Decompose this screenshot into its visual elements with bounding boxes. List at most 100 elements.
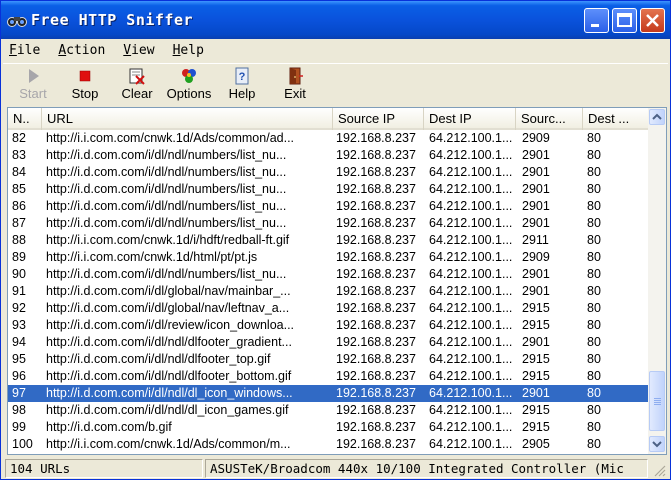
cell-url: http://i.d.com.com/i/dl/ndl/dlfooter_gra… (46, 335, 292, 349)
table-row[interactable]: 84 http://i.d.com.com/i/dl/ndl/numbers/li… (8, 164, 648, 181)
table-row[interactable]: 90 http://i.d.com.com/i/dl/ndl/numbers/li… (8, 266, 648, 283)
maximize-icon (617, 13, 632, 27)
table-row[interactable]: 95 http://i.d.com.com/i/dl/ndl/dlfooter_t… (8, 351, 648, 368)
table-row[interactable]: 97 http://i.d.com.com/i/dl/ndl/dl_icon_wi… (8, 385, 648, 402)
cell-url: http://i.d.com.com/i/dl/review/icon_down… (46, 318, 295, 332)
cell-dest-port: 80 (587, 216, 601, 230)
cell-dest-port: 80 (587, 267, 601, 281)
table-row[interactable]: 83 http://i.d.com.com/i/dl/ndl/numbers/li… (8, 147, 648, 164)
exit-button[interactable]: Exit (269, 64, 321, 104)
column-header-number[interactable]: N.. (8, 108, 42, 130)
cell-number: 95 (12, 352, 26, 366)
cell-number: 97 (12, 386, 26, 400)
start-button[interactable]: Start (7, 64, 59, 104)
table-row[interactable]: 94 http://i.d.com.com/i/dl/ndl/dlfooter_g… (8, 334, 648, 351)
table-row[interactable]: 88 http://i.i.com.com/cnwk.1d/i/hdft/redb… (8, 232, 648, 249)
menu-file[interactable]: File (7, 42, 42, 59)
cell-dest-ip: 64.212.100.1... (429, 437, 513, 451)
cell-dest-ip: 64.212.100.1... (429, 182, 513, 196)
cell-url: http://i.d.com.com/i/dl/ndl/numbers/list… (46, 199, 287, 213)
table-row[interactable]: 87 http://i.d.com.com/i/dl/ndl/numbers/li… (8, 215, 648, 232)
cell-source-port: 2901 (522, 148, 550, 162)
cell-url: http://i.d.com.com/i/dl/ndl/dlfooter_top… (46, 352, 271, 366)
column-header-dest-port[interactable]: Dest ... (583, 108, 648, 130)
cell-dest-ip: 64.212.100.1... (429, 420, 513, 434)
cell-dest-port: 80 (587, 318, 601, 332)
cell-source-port: 2915 (522, 420, 550, 434)
cell-source-ip: 192.168.8.237 (336, 131, 416, 145)
stop-button[interactable]: Stop (59, 64, 111, 104)
cell-dest-port: 80 (587, 148, 601, 162)
cell-dest-ip: 64.212.100.1... (429, 369, 513, 383)
column-header-url[interactable]: URL (42, 108, 333, 130)
column-header-dest-ip[interactable]: Dest IP (424, 108, 516, 130)
table-row[interactable]: 82 http://i.i.com.com/cnwk.1d/Ads/common/… (8, 130, 648, 147)
cell-source-ip: 192.168.8.237 (336, 369, 416, 383)
table-row[interactable]: 91 http://i.d.com.com/i/dl/global/nav/mai… (8, 283, 648, 300)
cell-dest-ip: 64.212.100.1... (429, 233, 513, 247)
clear-button[interactable]: Clear (111, 64, 163, 104)
table-row[interactable]: 93 http://i.d.com.com/i/dl/review/icon_do… (8, 317, 648, 334)
column-header-source-ip[interactable]: Source IP (333, 108, 424, 130)
menu-view[interactable]: View (121, 42, 156, 59)
cell-url: http://i.d.com.com/i/dl/ndl/dl_icon_wind… (46, 386, 293, 400)
menu-help[interactable]: Help (171, 42, 206, 59)
cell-source-port: 2905 (522, 437, 550, 451)
cell-source-ip: 192.168.8.237 (336, 216, 416, 230)
cell-dest-ip: 64.212.100.1... (429, 199, 513, 213)
scroll-up-button[interactable] (649, 109, 665, 125)
play-icon (29, 69, 39, 83)
table-row[interactable]: 98 http://i.d.com.com/i/dl/ndl/dl_icon_ga… (8, 402, 648, 419)
column-header-source-port[interactable]: Sourc... (516, 108, 583, 130)
cell-source-port: 2901 (522, 386, 550, 400)
cell-url: http://i.d.com.com/i/dl/global/nav/leftn… (46, 301, 290, 315)
cell-number: 86 (12, 199, 26, 213)
scroll-down-button[interactable] (649, 436, 665, 452)
vertical-scrollbar[interactable] (648, 108, 666, 454)
list-header: N.. URL Source IP Dest IP Sourc... Dest … (8, 108, 648, 130)
cell-number: 85 (12, 182, 26, 196)
table-row[interactable]: 100 http://i.i.com.com/cnwk.1d/Ads/common… (8, 436, 648, 453)
table-row[interactable]: 86 http://i.d.com.com/i/dl/ndl/numbers/li… (8, 198, 648, 215)
cell-dest-port: 80 (587, 335, 601, 349)
exit-door-icon (289, 67, 303, 85)
cell-dest-port: 80 (587, 437, 601, 451)
cell-url: http://i.i.com.com/cnwk.1d/html/pt/pt.js (46, 250, 258, 264)
table-row[interactable]: 92 http://i.d.com.com/i/dl/global/nav/lef… (8, 300, 648, 317)
maximize-button[interactable] (612, 8, 637, 33)
options-button[interactable]: Options (163, 64, 215, 104)
close-button[interactable] (640, 8, 665, 33)
minimize-button[interactable] (584, 8, 609, 33)
table-row[interactable]: 89 http://i.i.com.com/cnwk.1d/html/pt/pt.… (8, 249, 648, 266)
cell-source-ip: 192.168.8.237 (336, 250, 416, 264)
window-title: Free HTTP Sniffer (31, 11, 194, 29)
status-url-count: 104 URLs (5, 459, 203, 478)
cell-source-ip: 192.168.8.237 (336, 386, 416, 400)
cell-dest-ip: 64.212.100.1... (429, 403, 513, 417)
scroll-thumb[interactable] (649, 371, 665, 431)
cell-source-ip: 192.168.8.237 (336, 148, 416, 162)
title-bar[interactable]: Free HTTP Sniffer (1, 1, 670, 39)
table-row[interactable]: 96 http://i.d.com.com/i/dl/ndl/dlfooter_b… (8, 368, 648, 385)
cell-source-ip: 192.168.8.237 (336, 182, 416, 196)
cell-source-ip: 192.168.8.237 (336, 301, 416, 315)
cell-source-port: 2915 (522, 318, 550, 332)
cell-source-port: 2901 (522, 182, 550, 196)
cell-source-port: 2915 (522, 352, 550, 366)
url-list[interactable]: N.. URL Source IP Dest IP Sourc... Dest … (7, 107, 667, 455)
cell-number: 87 (12, 216, 26, 230)
cell-url: http://i.i.com.com/cnwk.1d/i/hdft/redbal… (46, 233, 290, 247)
cell-number: 94 (12, 335, 26, 349)
resize-grip-icon[interactable] (653, 464, 666, 477)
table-row[interactable]: 99 http://i.d.com.com/b.gif 192.168.8.237 6… (8, 419, 648, 436)
binoculars-icon (7, 17, 27, 27)
app-window: Free HTTP Sniffer File Action View Help … (0, 0, 671, 480)
cell-number: 82 (12, 131, 26, 145)
cell-number: 93 (12, 318, 26, 332)
table-row[interactable]: 85 http://i.d.com.com/i/dl/ndl/numbers/li… (8, 181, 648, 198)
cell-dest-port: 80 (587, 301, 601, 315)
cell-source-port: 2901 (522, 165, 550, 179)
menu-action[interactable]: Action (56, 42, 107, 59)
cell-source-port: 2901 (522, 335, 550, 349)
help-button[interactable]: ? Help (216, 64, 268, 104)
